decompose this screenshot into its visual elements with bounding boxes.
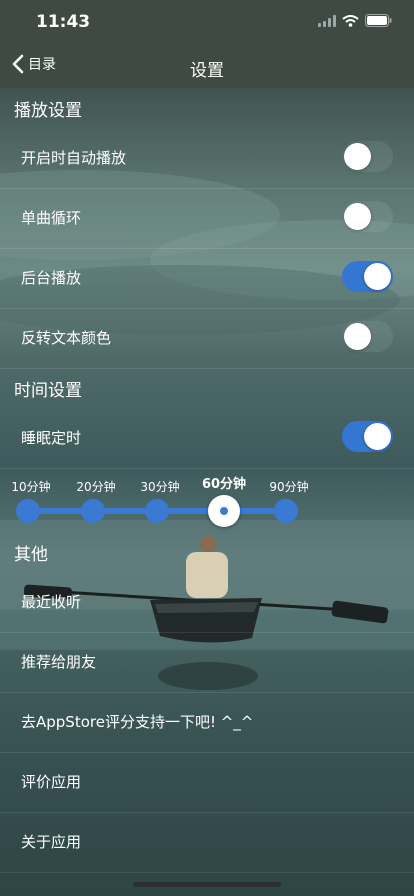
- setting-row-background-play: 后台播放: [0, 248, 414, 309]
- row-label: 评价应用: [21, 773, 82, 791]
- sleep-timer-slider[interactable]: 10分钟 20分钟 30分钟 60分钟 90分钟: [0, 470, 414, 534]
- row-label: 睡眠定时: [21, 429, 82, 447]
- timer-option-label: 10分钟: [11, 480, 51, 494]
- list-item-review-app[interactable]: 评价应用: [0, 752, 414, 813]
- repeat-one-toggle[interactable]: [342, 201, 393, 232]
- setting-row-autoplay: 开启时自动播放: [0, 128, 414, 189]
- setting-row-invert-text: 反转文本颜色: [0, 308, 414, 369]
- invert-text-toggle[interactable]: [342, 321, 393, 352]
- row-label: 后台播放: [21, 269, 82, 287]
- list-item-recent[interactable]: 最近收听: [0, 572, 414, 633]
- background-play-toggle[interactable]: [342, 261, 393, 292]
- toggle-knob: [344, 203, 371, 230]
- section-header-playback: 播放设置: [14, 101, 82, 121]
- settings-screen: 11:43 目录 设置 播放设置 开启时自动播放 单曲循环 后台播放 反转文本颜…: [0, 0, 414, 896]
- slider-stop[interactable]: [274, 499, 298, 523]
- wifi-icon: [342, 14, 359, 27]
- list-item-rate-appstore[interactable]: 去AppStore评分支持一下吧! ^_^: [0, 692, 414, 753]
- list-item-recommend[interactable]: 推荐给朋友: [0, 632, 414, 693]
- timer-option-label: 20分钟: [76, 480, 116, 494]
- toggle-knob: [364, 263, 391, 290]
- navigation-bar: 目录 设置: [0, 44, 414, 88]
- row-label: 关于应用: [21, 833, 82, 851]
- timer-option-label: 30分钟: [140, 480, 180, 494]
- status-time: 11:43: [36, 12, 91, 32]
- list-item-about[interactable]: 关于应用: [0, 812, 414, 873]
- setting-row-repeat-one: 单曲循环: [0, 188, 414, 249]
- section-header-time: 时间设置: [14, 381, 82, 401]
- row-label: 反转文本颜色: [21, 329, 112, 347]
- signal-icon: [318, 14, 336, 27]
- row-label: 单曲循环: [21, 209, 82, 227]
- slider-stop[interactable]: [16, 499, 40, 523]
- battery-icon: [365, 14, 392, 27]
- thumb-center: [220, 507, 228, 515]
- row-label: 最近收听: [21, 593, 82, 611]
- toggle-knob: [364, 423, 391, 450]
- section-header-other: 其他: [14, 545, 48, 565]
- setting-row-sleep-timer: 睡眠定时: [0, 408, 414, 469]
- sleep-timer-toggle[interactable]: [342, 421, 393, 452]
- row-label: 开启时自动播放: [21, 149, 127, 167]
- slider-thumb[interactable]: [208, 495, 240, 527]
- autoplay-toggle[interactable]: [342, 141, 393, 172]
- home-indicator[interactable]: [133, 882, 281, 887]
- status-icons: [318, 14, 392, 27]
- slider-stop[interactable]: [81, 499, 105, 523]
- slider-stop[interactable]: [145, 499, 169, 523]
- toggle-knob: [344, 143, 371, 170]
- toggle-knob: [344, 323, 371, 350]
- page-title: 设置: [190, 61, 224, 81]
- status-bar: 11:43: [0, 0, 414, 44]
- timer-option-label-selected: 60分钟: [201, 477, 247, 492]
- row-label: 推荐给朋友: [21, 653, 97, 671]
- row-label: 去AppStore评分支持一下吧! ^_^: [21, 713, 254, 731]
- timer-option-label: 90分钟: [269, 480, 309, 494]
